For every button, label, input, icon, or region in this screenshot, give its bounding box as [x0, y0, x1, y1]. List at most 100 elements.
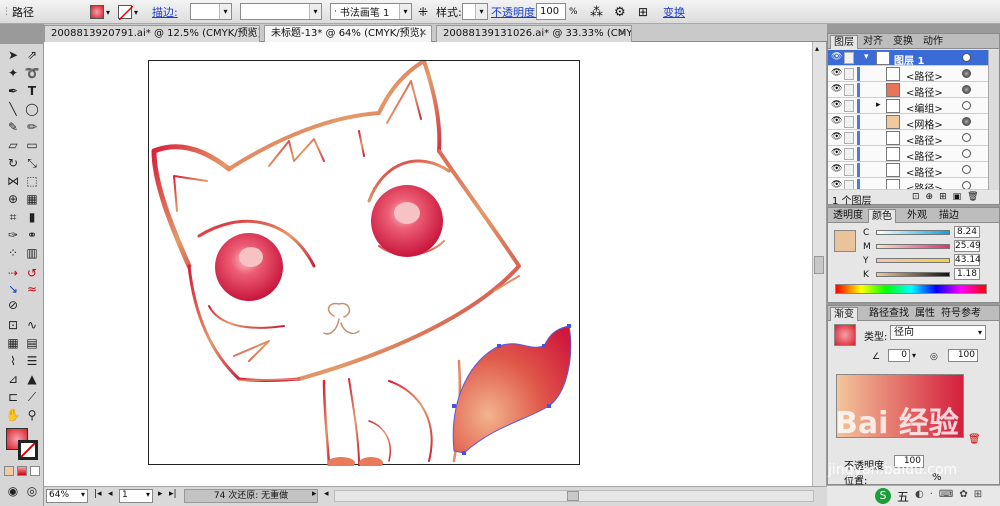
yellow-slider[interactable]: [876, 258, 950, 263]
slice-select-tool-icon[interactable]: ∿: [22, 316, 42, 334]
graph-tool-icon[interactable]: ▥: [22, 244, 42, 262]
tab-document-2[interactable]: 未标题-13* @ 64% (CMYK/预览) ✕: [264, 25, 432, 42]
stroke-color-swatch[interactable]: [18, 440, 38, 460]
perspective-grid-tool-icon[interactable]: ▦: [22, 190, 42, 208]
transform-link[interactable]: 变换: [663, 3, 685, 21]
recolor-artwork-icon[interactable]: ⁂: [590, 3, 603, 21]
prev-artboard-button[interactable]: ◂: [108, 489, 113, 499]
artboard[interactable]: [148, 59, 580, 469]
zoom-tool-icon[interactable]: ⚲: [22, 406, 42, 424]
screen-mode-icon[interactable]: ◎: [22, 482, 42, 500]
layer-row[interactable]: 👁 <路径>: [828, 66, 988, 83]
draw-normal-icon[interactable]: ◉: [3, 482, 23, 500]
chevron-down-icon[interactable]: ▾: [146, 490, 150, 499]
angle-input[interactable]: 0: [888, 349, 910, 362]
eyedropper-tool-icon[interactable]: ✑: [3, 226, 23, 244]
selection-tool-icon[interactable]: ➤: [3, 46, 23, 64]
lock-toggle[interactable]: [844, 52, 854, 64]
color-spectrum-ramp[interactable]: [835, 284, 987, 294]
last-artboard-button[interactable]: ▸|: [169, 489, 177, 499]
bar-graph-tool-icon[interactable]: ☰: [22, 352, 42, 370]
horizontal-scrollbar[interactable]: [334, 490, 814, 502]
area-graph-tool-icon[interactable]: ▲: [22, 370, 42, 388]
tab-transparency[interactable]: 透明度: [830, 209, 866, 223]
aspect-ratio-input[interactable]: 100: [948, 349, 978, 362]
mesh-select-tool-icon[interactable]: ▤: [22, 334, 42, 352]
tab-stroke[interactable]: 描边: [936, 209, 962, 223]
scroll-left-icon[interactable]: ◂: [324, 489, 329, 499]
lock-toggle[interactable]: [844, 148, 854, 160]
lock-toggle[interactable]: [844, 180, 854, 189]
lock-toggle[interactable]: [844, 100, 854, 112]
scroll-thumb[interactable]: [814, 256, 824, 274]
layer-row[interactable]: 👁 ▸ <编组>: [828, 98, 988, 115]
artboard-tool-icon[interactable]: ⊡: [3, 316, 23, 334]
gear-icon[interactable]: ⚙: [614, 3, 626, 21]
blend-tool-icon[interactable]: ⚭: [22, 226, 42, 244]
lock-toggle[interactable]: [844, 84, 854, 96]
layer-row[interactable]: 👁 <路径>: [828, 146, 988, 163]
close-icon[interactable]: ✕: [419, 26, 427, 42]
tab-actions[interactable]: 动作: [920, 35, 946, 49]
chevron-down-icon[interactable]: ▾: [475, 4, 487, 19]
target-circle-icon[interactable]: [962, 53, 971, 62]
lock-toggle[interactable]: [844, 116, 854, 128]
style-swatch-select[interactable]: ▾: [462, 3, 488, 20]
chevron-down-icon[interactable]: ▾: [309, 4, 321, 19]
chevron-down-icon[interactable]: ▾: [978, 326, 982, 339]
tab-transform[interactable]: 变换: [890, 35, 916, 49]
target-circle-icon[interactable]: [962, 133, 971, 142]
eraser-tool-icon[interactable]: ▭: [22, 136, 42, 154]
tab-document-1[interactable]: 2008813920791.ai* @ 12.5% (CMYK/预览) ✕: [44, 25, 260, 42]
tab-attributes[interactable]: 属性: [912, 307, 938, 321]
cyan-value[interactable]: 8.24: [954, 226, 980, 238]
color-mode-button[interactable]: [4, 466, 14, 476]
current-color-swatch[interactable]: [834, 230, 856, 252]
layer-row[interactable]: 👁 <路径>: [828, 130, 988, 147]
visibility-eye-icon[interactable]: 👁: [831, 69, 842, 78]
lock-toggle[interactable]: [844, 132, 854, 144]
ime-tool-icons[interactable]: ◐·⌨✿⊞: [915, 489, 988, 500]
line-tool-icon[interactable]: ╲: [3, 100, 23, 118]
stacked-graph-tool-icon[interactable]: ⌇: [3, 352, 23, 370]
free-transform-tool-icon[interactable]: ⬚: [22, 172, 42, 190]
visibility-eye-icon[interactable]: 👁: [831, 101, 842, 110]
visibility-eye-icon[interactable]: 👁: [831, 133, 842, 142]
black-slider[interactable]: [876, 272, 950, 277]
magenta-value[interactable]: 25.49: [954, 240, 981, 252]
gradient-type-select[interactable]: 径向 ▾: [890, 325, 986, 340]
lock-toggle[interactable]: [844, 164, 854, 176]
layers-footer-buttons[interactable]: ⊡⊕⊞▣🗑: [912, 192, 985, 202]
opacity-link[interactable]: 不透明度:: [491, 3, 539, 21]
scroll-thumb[interactable]: [567, 491, 579, 501]
layer-row[interactable]: 👁 <网格>: [828, 114, 988, 131]
align-options-icon[interactable]: ⊞: [638, 3, 648, 21]
knife-tool-icon[interactable]: ⟋: [22, 388, 42, 406]
rotate-tool-icon[interactable]: ↻: [3, 154, 23, 172]
direct-selection-tool-icon[interactable]: ⇗: [22, 46, 42, 64]
crop-tool-icon[interactable]: ⊏: [3, 388, 23, 406]
chevron-down-icon[interactable]: ▾: [81, 490, 85, 499]
magenta-slider[interactable]: [876, 244, 950, 249]
symbol-sprayer-tool-icon[interactable]: ⁘: [3, 244, 23, 262]
pencil-tool-icon[interactable]: ✏: [22, 118, 42, 136]
chevron-down-icon[interactable]: ▾: [912, 351, 916, 360]
chevron-up-icon[interactable]: ▴: [815, 44, 819, 53]
pen-tool-icon[interactable]: ✒: [3, 82, 23, 100]
yellow-value[interactable]: 43.14: [954, 254, 981, 266]
lock-toggle[interactable]: [844, 68, 854, 80]
layer-row[interactable]: 👁 <路径>: [828, 162, 988, 179]
layer-row[interactable]: 👁 <路径>: [828, 82, 988, 99]
width-tool-icon[interactable]: ⋈: [3, 172, 23, 190]
target-circle-icon[interactable]: [962, 117, 971, 126]
scale-tool-icon[interactable]: ⤡: [22, 154, 42, 172]
visibility-eye-icon[interactable]: 👁: [831, 165, 842, 174]
ellipse-tool-icon[interactable]: ◯: [22, 100, 42, 118]
ime-mode[interactable]: 五: [897, 488, 909, 505]
canvas-area[interactable]: [44, 42, 826, 486]
visibility-eye-icon[interactable]: 👁: [831, 85, 842, 94]
paintbrush-tool-icon[interactable]: ✎: [3, 118, 23, 136]
visibility-eye-icon[interactable]: 👁: [831, 181, 842, 190]
visibility-eye-icon[interactable]: 👁: [831, 149, 842, 158]
tab-layers[interactable]: 图层: [830, 35, 858, 49]
